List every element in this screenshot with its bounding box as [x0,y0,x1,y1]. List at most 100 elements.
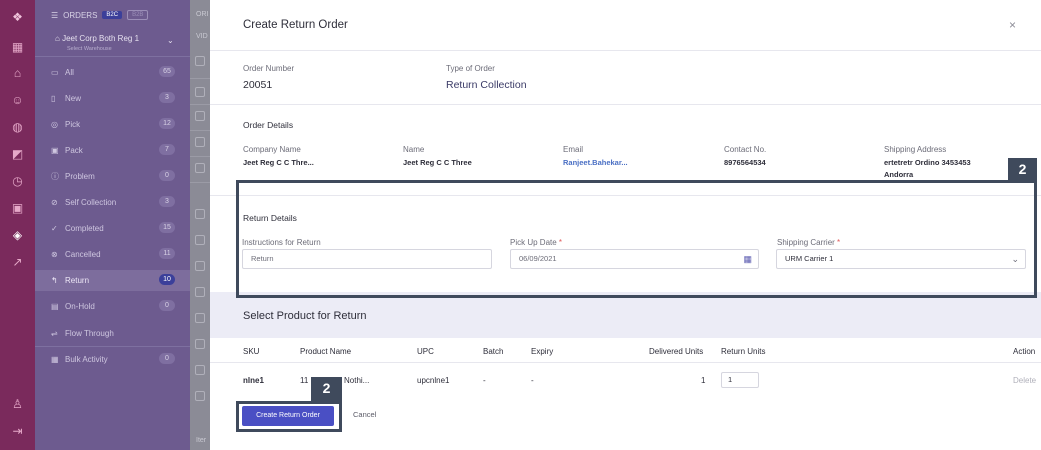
column-header: ORI [196,11,209,18]
delete-link[interactable]: Delete [1013,376,1036,385]
chevron-down-icon: ⌄ [167,36,174,45]
b2b-toggle[interactable]: B2B [127,10,149,20]
column-header-upc: UPC [417,347,434,356]
column-header-return-units: Return Units [721,347,766,356]
close-icon[interactable]: × [1009,18,1016,32]
row-checkbox [195,339,205,349]
row-checkbox [195,163,205,173]
row-checkbox [195,111,205,121]
divider [210,362,1041,363]
count-badge: 0 [159,170,175,181]
sidebar-item-label: Flow Through [65,328,114,338]
order-number-label: Order Number [243,64,295,73]
target-icon: ◎ [51,119,58,129]
home-icon[interactable]: ⌂ [10,66,25,81]
modal-title: Create Return Order [243,19,348,31]
return-units-input[interactable]: 1 [721,372,759,388]
contact-label: Contact No. [724,145,767,154]
annotation-highlight-create-button [236,401,342,432]
background-orders-list: ORI VID Iter [190,0,212,450]
export-icon[interactable]: ↗ [10,255,25,270]
sidebar-title: ORDERS [63,10,98,20]
search-box [195,56,205,66]
sidebar-item-label: Bulk Activity [65,354,108,364]
sidebar-item-label: On-Hold [65,301,95,311]
row-checkbox [195,261,205,271]
count-badge: 10 [159,274,175,285]
sku-link[interactable]: nlne1 [243,376,264,385]
row-checkbox [195,209,205,219]
sidebar-item-pick[interactable]: ◎ Pick 12 [51,116,175,132]
company-name-label: Company Name [243,145,301,154]
sidebar-item-label: All [65,67,74,77]
column-header-action: Action [1013,347,1036,356]
row-checkbox [195,391,205,401]
sidebar-item-all[interactable]: ▭ All 65 [51,64,175,80]
cancel-button[interactable]: Cancel [353,410,376,419]
user-icon[interactable]: ♙ [10,397,25,412]
annotation-badge: 2 [1008,158,1037,182]
users-icon[interactable]: ☺ [10,93,25,108]
name-label: Name [403,145,425,154]
clock-icon[interactable]: ◷ [10,174,25,189]
logo-icon[interactable]: ❖ [10,10,25,25]
truck-icon[interactable]: ▣ [10,201,25,216]
email-link[interactable]: Ranjeet.Bahekar... [563,158,628,167]
column-header-delivered-units: Delivered Units [649,347,704,356]
column-header-batch: Batch [483,347,504,356]
sidebar-item-bulk-activity[interactable]: ▦ Bulk Activity 0 [51,351,175,367]
count-badge: 15 [159,222,175,233]
menu-icon[interactable]: ☰ [51,11,58,20]
product-name-value: 11 [300,376,309,385]
count-badge: 12 [159,118,175,129]
footer-text: Iter [196,437,207,444]
bulk-icon: ▦ [51,354,59,364]
b2c-toggle[interactable]: B2C [102,11,123,19]
row-checkbox [195,365,205,375]
sidebar-item-new[interactable]: ▯ New 3 [51,90,175,106]
column-header-expiry: Expiry [531,347,554,356]
sidebar-item-problem[interactable]: ⓘ Problem 0 [51,168,175,184]
sidebar-divider [35,346,190,347]
count-badge: 0 [159,300,175,311]
count-badge: 0 [159,353,175,364]
sidebar-item-return[interactable]: ↰ Return 10 [51,272,175,288]
globe-icon[interactable]: ◍ [10,120,25,135]
sidebar-item-completed[interactable]: ✓ Completed 15 [51,220,175,236]
product-name-tail: Nothi... [344,376,370,385]
sidebar-item-label: Self Collection [65,197,117,207]
sidebar-item-label: Cancelled [65,249,101,259]
cancel-icon: ⊗ [51,249,58,259]
row-checkbox [195,313,205,323]
column-header-sku: SKU [243,347,260,356]
sidebar-item-label: Return [65,275,90,285]
grid-icon[interactable]: ▦ [10,40,25,55]
row-checkbox [195,235,205,245]
chart-icon[interactable]: ◩ [10,147,25,162]
sidebar-item-label: Problem [65,171,95,181]
sidebar-item-self-collection[interactable]: ⊘ Self Collection 3 [51,194,175,210]
sidebar-item-flow-through[interactable]: ⇌ Flow Through [51,325,175,341]
select-product-title: Select Product for Return [243,310,367,322]
column-header: VID [196,33,208,40]
shipping-address-label: Shipping Address [884,145,947,154]
type-of-order-value: Return Collection [446,79,527,91]
monitor-icon: ▭ [51,67,59,77]
warehouse-selector[interactable]: ⌂ Jeet Corp Both Reg 1 Select Warehouse … [55,34,174,54]
order-number-value: 20051 [243,79,273,91]
sidebar-item-pack[interactable]: ▣ Pack 7 [51,142,175,158]
layers-icon[interactable]: ◈ [10,228,25,243]
sidebar-item-cancelled[interactable]: ⊗ Cancelled 11 [51,246,175,262]
row-checkbox [195,137,205,147]
sidebar-item-label: Pack [65,145,83,155]
sidebar-header: ☰ ORDERS B2C B2B [51,10,149,20]
sidebar-item-on-hold[interactable]: ▤ On-Hold 0 [51,298,175,314]
sidebar-item-label: New [65,93,82,103]
sidebar-divider [35,56,190,57]
warehouse-sub: Select Warehouse [67,46,112,52]
divider [210,50,1041,51]
logout-icon[interactable]: ⇥ [10,424,25,439]
pause-icon: ▤ [51,301,59,311]
count-badge: 11 [159,248,175,259]
contact-value: 8976564534 [724,158,766,167]
